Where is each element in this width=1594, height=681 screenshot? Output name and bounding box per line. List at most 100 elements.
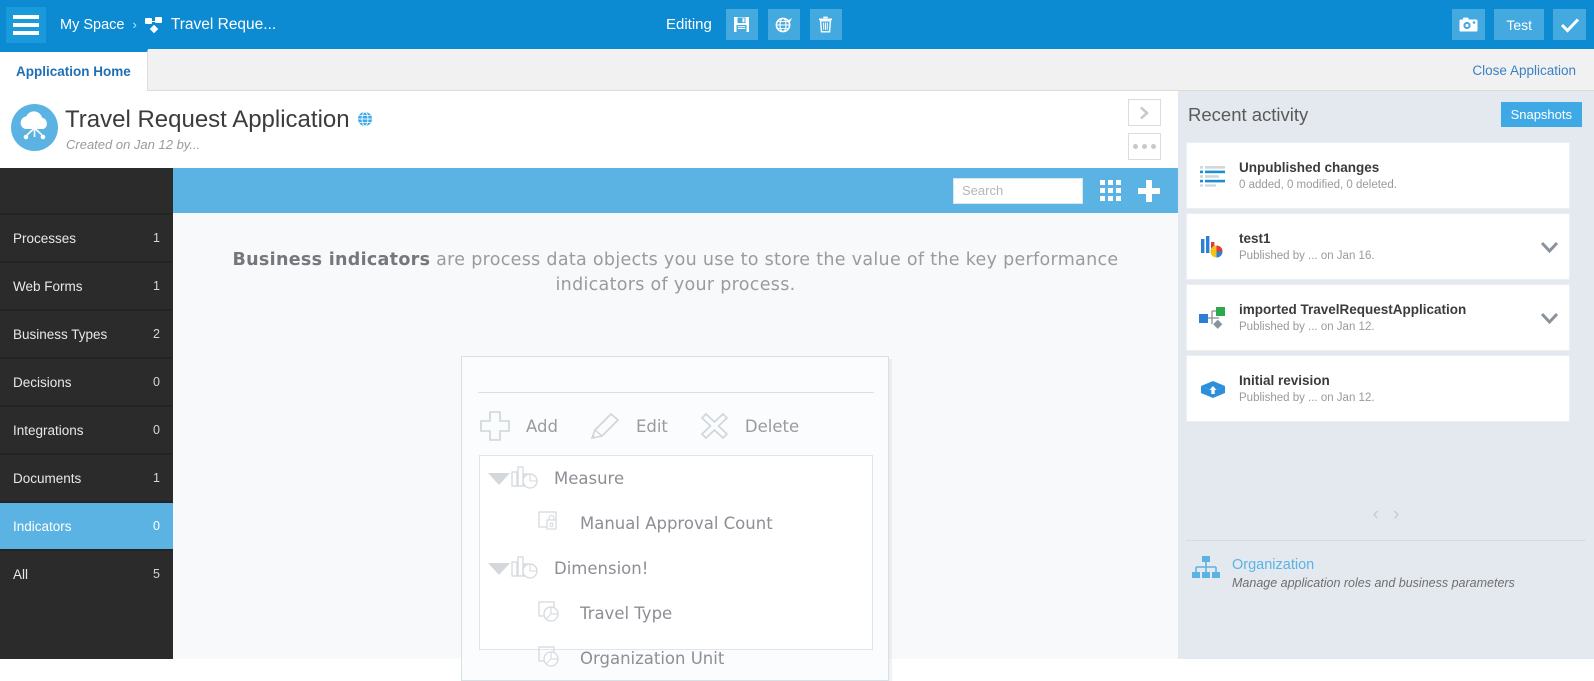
chevron-down-icon[interactable] [488,473,510,485]
sidebar-item-all[interactable]: All 5 [0,549,173,597]
grid-view-icon[interactable] [1100,180,1121,201]
activity-item-subtitle: Published by ... on Jan 12. [1239,392,1569,404]
breadcrumb: My Space › Travel Reque... [60,16,276,34]
add-indicator-button[interactable] [1138,180,1160,202]
globe-icon [357,106,373,134]
sidebar-item-label: Indicators [13,519,72,534]
breadcrumb-current[interactable]: Travel Reque... [171,16,276,34]
x-sketch-icon[interactable] [698,410,731,442]
changes-list-icon [1187,165,1239,187]
chart-icon [510,463,540,495]
activity-item-title: Initial revision [1239,373,1569,388]
more-options-button[interactable] [1128,133,1161,160]
open-box-icon [1187,378,1239,400]
panel-divider [1186,540,1586,541]
top-bar: My Space › Travel Reque... Editing [0,0,1594,49]
sidebar-spacer [0,168,173,213]
dot [1133,144,1138,149]
expand-panel-button[interactable] [1128,99,1161,126]
organization-link[interactable]: Organization [1232,557,1314,573]
sidebar-item-processes[interactable]: Processes 1 [0,213,173,261]
page-title: Travel Request Application [65,106,373,134]
sidebar-item-count: 0 [153,423,160,437]
cloud-network-icon [11,104,58,151]
chevron-down-icon [1540,312,1559,324]
recent-activity-header: Recent activity Snapshots [1178,91,1594,147]
pencil-sketch-icon[interactable] [588,410,622,442]
recent-activity-panel: Recent activity Snapshots Unpublished ch… [1178,91,1594,659]
activity-item-test1[interactable]: test1 Published by ... on Jan 16. [1186,213,1570,280]
panel-actions: Add Edit Delete [478,409,815,443]
floppy-disk-icon [733,16,750,33]
sidebar-item-web-forms[interactable]: Web Forms 1 [0,261,173,309]
grid-cell [1108,180,1113,185]
activity-item-body: test1 Published by ... on Jan 16. [1239,231,1529,262]
test-button[interactable]: Test [1494,9,1544,40]
more-dots-icon [1133,144,1156,149]
sidebar-item-documents[interactable]: Documents 1 [0,453,173,501]
barchart-pie-icon [1187,235,1239,259]
sidebar-item-label: Processes [13,231,76,246]
sidebar-item-decisions[interactable]: Decisions 0 [0,357,173,405]
save-button[interactable] [726,9,758,40]
sidebar-item-count: 2 [153,327,160,341]
hamburger-bar [13,31,39,35]
locked-doc-icon [536,508,566,540]
pie-doc-icon [536,598,566,630]
screenshot-button[interactable] [1452,9,1485,40]
grid-cell [1116,180,1121,185]
grid-cell [1100,196,1105,201]
confirm-button[interactable] [1553,9,1586,40]
organization-text: Organization Manage application roles an… [1232,556,1515,590]
expand-activity-button[interactable] [1529,312,1569,324]
activity-item-imported-app[interactable]: imported TravelRequestApplication Publis… [1186,284,1570,351]
snapshots-button[interactable]: Snapshots [1501,102,1582,127]
grid-cell [1108,188,1113,193]
delete-button[interactable] [810,9,842,40]
tab-strip: Application Home Close Application [0,49,1594,91]
hamburger-menu-icon[interactable] [6,7,46,43]
publish-button[interactable] [768,9,800,40]
sidebar-item-indicators[interactable]: Indicators 0 [0,501,173,549]
process-nodes-icon [1187,306,1239,330]
trash-icon [818,16,833,33]
sidebar-item-business-types[interactable]: Business Types 2 [0,309,173,357]
activity-item-body: Initial revision Published by ... on Jan… [1239,373,1569,404]
close-application-link[interactable]: Close Application [1472,49,1576,91]
chart-icon [510,553,540,585]
activity-item-unpublished-changes[interactable]: Unpublished changes 0 added, 0 modified,… [1186,142,1570,209]
tab-application-home-label: Application Home [16,64,131,79]
tree-row-label: Measure [554,469,624,488]
organization-section[interactable]: Organization Manage application roles an… [1192,556,1515,590]
tab-application-home[interactable]: Application Home [0,49,148,91]
close-application-label: Close Application [1472,63,1576,78]
tree-row[interactable]: Measure [480,456,872,501]
application-avatar [11,104,58,151]
activity-item-body: imported TravelRequestApplication Publis… [1239,302,1529,333]
mockup-add-label: Add [526,417,558,436]
sidebar-item-integrations[interactable]: Integrations 0 [0,405,173,453]
activity-pager: ‹ › [1178,504,1594,526]
chevron-down-icon[interactable] [488,563,510,575]
application-subtitle: Created on Jan 12 by... [66,137,200,152]
pager-prev-button[interactable]: ‹ [1373,504,1379,526]
snapshots-button-label: Snapshots [1511,107,1572,122]
content-toolbar [173,168,1178,213]
sidebar-item-count: 5 [153,567,160,581]
indicators-hint-bold: Business indicators [233,250,431,270]
process-icon-node [155,17,162,23]
search-input[interactable] [953,178,1083,204]
tree-row[interactable]: Travel Type [480,591,872,636]
breadcrumb-root[interactable]: My Space [60,17,124,33]
dot [1151,144,1156,149]
indicators-hint-rest: are process data objects you use to stor… [430,250,1118,295]
pager-next-button[interactable]: › [1393,504,1399,526]
plus-sketch-icon[interactable] [478,409,512,443]
activity-item-title: Unpublished changes [1239,160,1569,175]
tree-row[interactable]: Dimension! [480,546,872,591]
expand-activity-button[interactable] [1529,241,1569,253]
activity-item-initial-revision[interactable]: Initial revision Published by ... on Jan… [1186,355,1570,422]
tree-row[interactable]: Manual Approval Count [480,501,872,546]
sidebar-item-count: 1 [153,279,160,293]
org-chart-icon [1192,556,1220,587]
